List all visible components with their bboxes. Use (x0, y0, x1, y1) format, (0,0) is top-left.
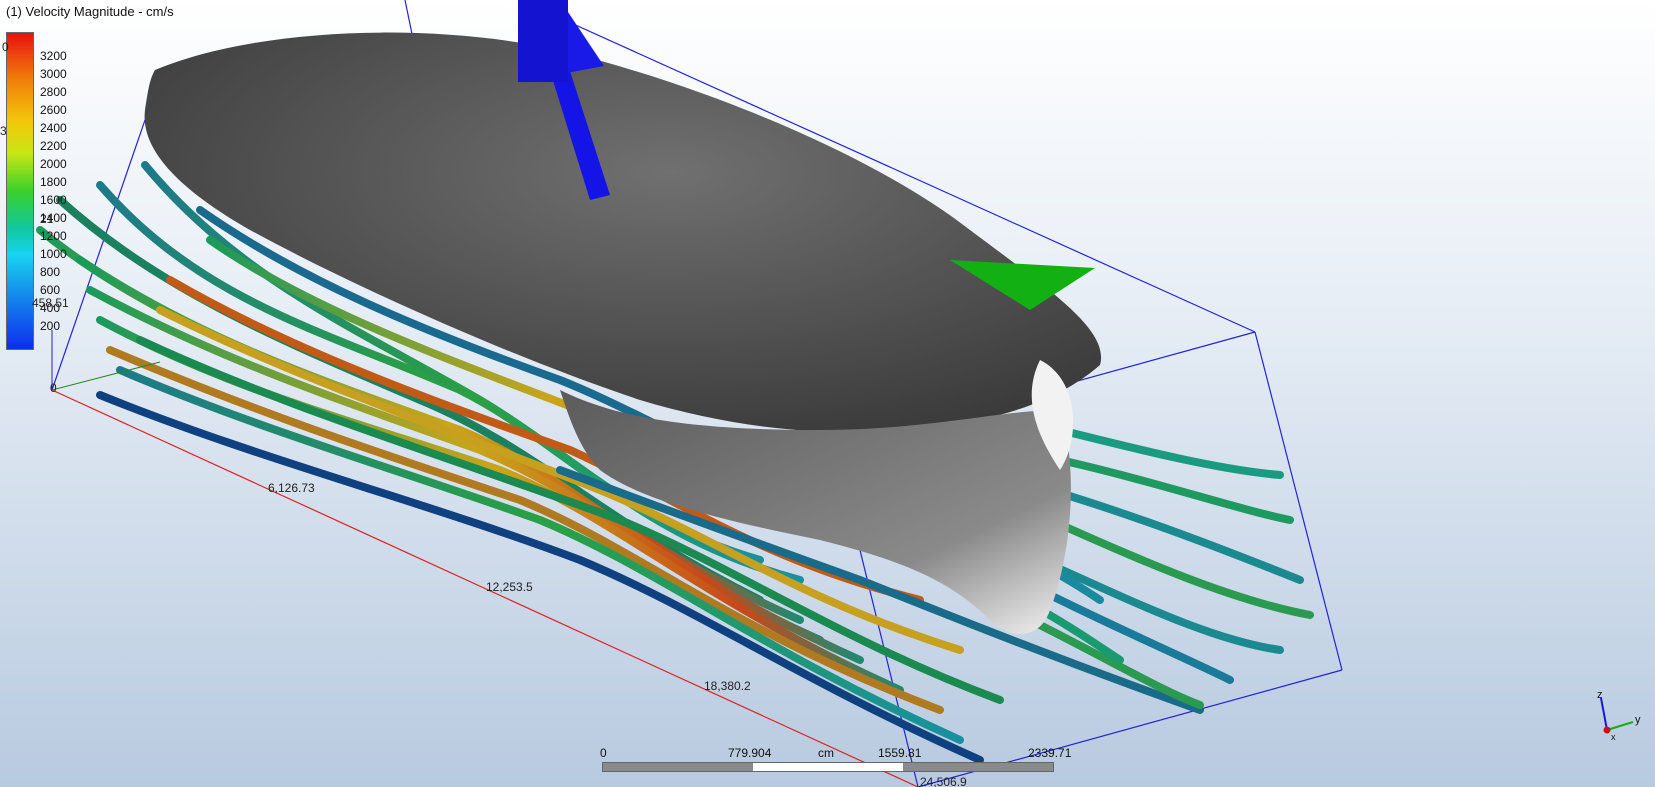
triad-y-label: y (1635, 714, 1641, 726)
colorbar-tick: 2400 (40, 121, 67, 135)
colorbar-tick: 2800 (40, 85, 67, 99)
hull-body[interactable] (144, 32, 1102, 634)
scale-label: 1559.81 (878, 746, 922, 760)
colorbar-overlay-label: 21 (40, 212, 54, 226)
legend-title: (1) Velocity Magnitude - cm/s (6, 4, 174, 19)
scale-label: 2339.71 (1028, 746, 1072, 760)
scale-label: 779.904 (728, 746, 772, 760)
colorbar-tick: 600 (40, 283, 61, 297)
colorbar-tick: 3200 (40, 49, 67, 63)
colorbar-tick: 2200 (40, 139, 67, 153)
colorbar-overlay-label: 0 (2, 40, 9, 54)
colorbar-tick: 1000 (40, 247, 67, 261)
axis-tick-4: 24,506.9 (920, 775, 967, 787)
axis-tick-2: 12,253.5 (486, 580, 533, 594)
orientation-triad[interactable]: z y x (1585, 690, 1645, 740)
triad-x-label: x (1611, 732, 1616, 740)
colorbar-tick: 800 (40, 265, 61, 279)
colorbar-overlay-label: 3 (0, 124, 7, 138)
scale-label: 0 (600, 746, 607, 760)
scale-bar (602, 762, 1054, 772)
colorbar-tick: 3000 (40, 67, 67, 81)
colorbar-tick: 1600 (40, 193, 67, 207)
axis-origin-label: 0 (50, 381, 57, 395)
colorbar-tick: 2600 (40, 103, 67, 117)
axis-tick-3: 18,380.2 (704, 679, 751, 693)
velocity-colorbar (6, 32, 34, 350)
colorbar-tick: 1800 (40, 175, 67, 189)
colorbar-tick: 1200 (40, 229, 67, 243)
cfd-viewport[interactable]: 0 6,126.73 12,253.5 18,380.2 24,506.9 (0, 0, 1655, 787)
colorbar-tick: 2000 (40, 157, 67, 171)
axis-tick-1: 6,126.73 (268, 481, 315, 495)
colorbar-tick: 200 (40, 319, 61, 333)
colorbar-overlay-label: 458.51 (32, 296, 69, 310)
triad-z-label: z (1597, 690, 1603, 701)
scale-unit: cm (818, 746, 834, 760)
